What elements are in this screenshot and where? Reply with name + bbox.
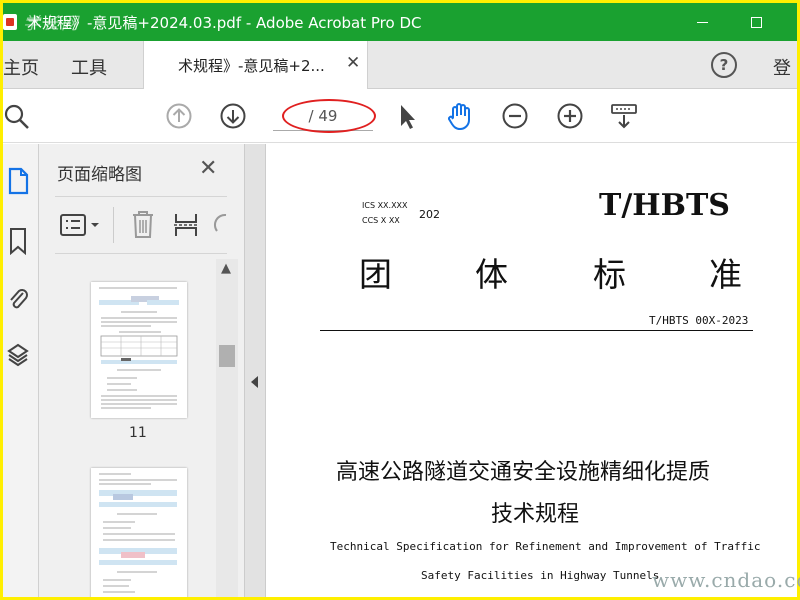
navigation-rail [3, 144, 39, 597]
header-rule [320, 330, 753, 331]
title-en-line1: Technical Specification for Refinement a… [330, 540, 761, 553]
thumbnail-options-button[interactable] [59, 211, 103, 243]
collapse-arrow-icon [251, 376, 258, 388]
year-code: 202 [419, 208, 440, 221]
arrow-up-circle-icon [166, 103, 192, 129]
tab-home[interactable]: 主页 [3, 54, 39, 80]
ics-code: ICS XX.XXX [362, 201, 408, 210]
acrobat-app-icon [3, 14, 17, 30]
layers-button[interactable] [5, 340, 31, 370]
hand-tool-button[interactable] [445, 101, 475, 131]
extract-pages-icon [174, 214, 198, 236]
minimize-icon [696, 21, 708, 23]
search-icon [4, 104, 29, 129]
trash-icon [133, 211, 153, 238]
thumbnail-page-number: 11 [129, 425, 147, 441]
document-view: ICS XX.XXX CCS X XX 202 T/HBTS 团 体 标 准 T… [266, 144, 797, 597]
site-watermark: www.cndao.com [652, 568, 800, 592]
arrow-down-circle-icon [220, 103, 246, 129]
help-button[interactable]: ? [711, 52, 737, 78]
keyboard-scroll-icon [611, 104, 637, 129]
next-page-button[interactable] [218, 101, 248, 131]
standard-number: T/HBTS 00X-2023 [649, 314, 749, 327]
ccs-code: CCS X XX [362, 216, 400, 225]
previous-page-button[interactable] [164, 101, 194, 131]
title-cn-line2: 技术规程 [491, 502, 580, 527]
rotate-page-button[interactable] [213, 211, 227, 243]
category-char-2: 体 [475, 255, 508, 294]
login-link[interactable]: 登 [773, 54, 791, 80]
select-tool-button[interactable] [391, 101, 421, 131]
zoom-out-button[interactable] [500, 101, 530, 131]
zoom-in-button[interactable] [555, 101, 585, 131]
paperclip-icon [10, 289, 28, 309]
search-button[interactable] [3, 101, 33, 131]
minimize-button[interactable] [679, 3, 725, 41]
attachments-button[interactable] [5, 284, 31, 314]
tab-bar: 主页 工具 术规程》-意见稿+2... ✕ ? 登 [3, 41, 797, 89]
category-char-3: 标 [593, 255, 626, 294]
plus-circle-icon [557, 103, 583, 129]
category-char-4: 准 [709, 255, 742, 294]
document-tab-label: 术规程》-意见稿+2... [178, 57, 325, 75]
page-thumbnail-12[interactable] [91, 468, 187, 597]
title-bar: 学长网 术规程》-意见稿+2024.03.pdf - Adobe Acrobat… [3, 3, 797, 41]
page-thumbnails-icon [8, 167, 29, 195]
extract-page-button[interactable] [173, 211, 199, 243]
standard-code: T/HBTS [599, 188, 730, 223]
title-cn-line1: 高速公路隧道交通安全设施精细化提质 [336, 460, 711, 485]
page-thumbnails-panel: 页面缩略图 ✕ 11 ▲ [39, 144, 244, 597]
maximize-button[interactable] [733, 3, 779, 41]
window-title: 术规程》-意见稿+2024.03.pdf - Adobe Acrobat Pro… [27, 14, 422, 32]
bookmark-icon [10, 228, 26, 255]
layers-icon [7, 343, 29, 367]
page-count-highlight-annotation [282, 99, 376, 133]
toolbar: / 49 [3, 89, 797, 143]
bookmarks-button[interactable] [5, 226, 31, 256]
page-thumbnail-11[interactable] [91, 282, 187, 418]
hand-icon [448, 103, 470, 131]
rotate-icon [214, 213, 227, 232]
tab-document[interactable]: 术规程》-意见稿+2... ✕ [143, 41, 368, 89]
page-thumbnails-button[interactable] [5, 166, 31, 196]
scrollbar-thumb[interactable] [219, 345, 235, 367]
delete-page-button[interactable] [130, 209, 156, 243]
maximize-icon [750, 16, 762, 28]
close-tab-icon[interactable]: ✕ [346, 53, 360, 73]
scroll-mode-button[interactable] [609, 101, 639, 131]
panel-toolbar [55, 196, 227, 254]
close-panel-icon[interactable]: ✕ [199, 156, 217, 181]
minus-circle-icon [502, 103, 528, 129]
panel-collapse-handle[interactable] [244, 144, 266, 597]
cursor-arrow-icon [401, 105, 415, 129]
panel-title: 页面缩略图 [57, 165, 142, 185]
scroll-up-icon[interactable]: ▲ [221, 261, 231, 276]
thumbnail-scrollbar[interactable]: ▲ [216, 259, 238, 597]
tab-tools[interactable]: 工具 [71, 54, 107, 80]
acrobat-window: 学长网 术规程》-意见稿+2024.03.pdf - Adobe Acrobat… [3, 3, 797, 597]
options-list-icon [60, 214, 99, 236]
category-char-1: 团 [359, 255, 392, 294]
title-en-line2: Safety Facilities in Highway Tunnels [421, 569, 660, 582]
